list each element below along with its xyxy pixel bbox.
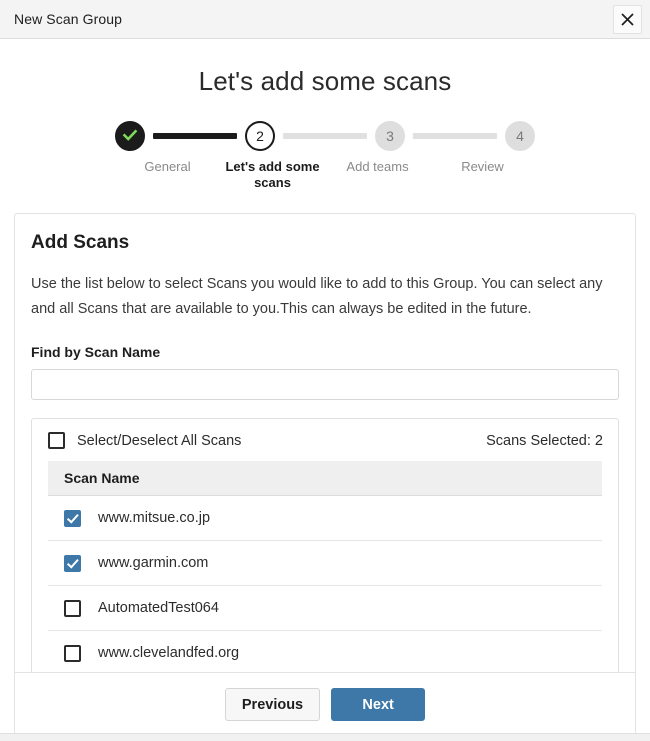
- search-input[interactable]: [31, 369, 619, 400]
- step-label-add-scans: Let's add some scans: [225, 159, 320, 190]
- card-description: Use the list below to select Scans you w…: [31, 276, 603, 317]
- scan-list-toolbar: Select/Deselect All Scans Scans Selected…: [32, 419, 618, 461]
- add-scans-card: Add Scans Use the list below to select S…: [14, 213, 636, 737]
- table-row[interactable]: AutomatedTest064: [48, 586, 602, 631]
- row-checkbox[interactable]: [64, 644, 81, 662]
- table-row[interactable]: www.clevelandfed.org: [48, 631, 602, 672]
- search-field-label: Find by Scan Name: [31, 344, 161, 360]
- scan-name-label: www.clevelandfed.org: [98, 645, 240, 661]
- next-button[interactable]: Next: [331, 688, 426, 721]
- card-title: Add Scans: [31, 232, 130, 253]
- step-node-4-number: 4: [516, 128, 524, 144]
- window-titlebar: New Scan Group: [0, 0, 650, 39]
- scans-selected-count: Scans Selected: 2: [486, 432, 603, 449]
- step-label-review: Review: [461, 159, 504, 174]
- stepper-labels: General Let's add some scans Add teams R…: [115, 159, 535, 191]
- step-node-4[interactable]: 4: [505, 121, 535, 151]
- stepper-connector-1: [153, 133, 237, 139]
- select-all-checkbox[interactable]: [48, 432, 65, 449]
- table-row[interactable]: www.garmin.com: [48, 541, 602, 586]
- check-icon: [121, 126, 139, 147]
- scan-name-label: www.mitsue.co.jp: [98, 510, 211, 526]
- wizard-page: Let's add some scans 2 3 4 General Let's…: [0, 66, 650, 737]
- scan-name-label: www.garmin.com: [98, 555, 209, 571]
- step-node-1[interactable]: [115, 121, 145, 151]
- step-label-add-teams: Add teams: [346, 159, 409, 174]
- page-title: Let's add some scans: [198, 66, 452, 96]
- scan-list-container: Select/Deselect All Scans Scans Selected…: [31, 418, 619, 672]
- step-node-2-number: 2: [256, 128, 264, 144]
- stepper-connector-2: [283, 133, 367, 139]
- previous-button[interactable]: Previous: [224, 688, 321, 721]
- step-node-3-number: 3: [386, 128, 394, 144]
- stepper-connector-3: [413, 133, 497, 139]
- row-checkbox[interactable]: [64, 599, 81, 617]
- window-bottom-strip: [0, 733, 650, 741]
- step-label-general: General: [144, 159, 191, 174]
- table-row[interactable]: www.mitsue.co.jp: [48, 496, 602, 541]
- row-checkbox[interactable]: [64, 509, 81, 527]
- scan-rows: www.mitsue.co.jp www.garmin.com Automate…: [48, 496, 602, 672]
- window-title: New Scan Group: [14, 11, 123, 27]
- column-header-scan-name: Scan Name: [48, 461, 602, 496]
- step-node-2[interactable]: 2: [245, 121, 275, 151]
- select-all-scans-control[interactable]: Select/Deselect All Scans: [48, 432, 241, 449]
- row-checkbox[interactable]: [64, 554, 81, 572]
- stepper-nodes: 2 3 4: [115, 121, 535, 151]
- wizard-stepper: 2 3 4 General Let's add some scans Add t…: [115, 121, 535, 191]
- step-node-3[interactable]: 3: [375, 121, 405, 151]
- select-all-label: Select/Deselect All Scans: [77, 432, 242, 449]
- card-body: Add Scans Use the list below to select S…: [15, 214, 635, 672]
- close-button[interactable]: [613, 4, 642, 34]
- card-footer: Previous Next: [15, 672, 635, 736]
- scan-name-label: AutomatedTest064: [98, 600, 219, 616]
- close-icon: [620, 12, 635, 27]
